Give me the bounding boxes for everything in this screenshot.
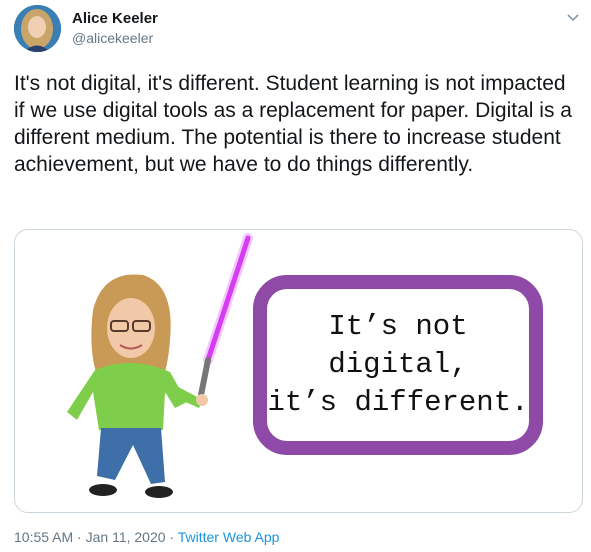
author-handle[interactable]: @alicekeeler	[72, 30, 153, 46]
meta-separator: ·	[73, 529, 86, 545]
tweet-time[interactable]: 10:55 AM	[14, 529, 73, 545]
quote-sign: It’s not digital, it’s different.	[253, 275, 543, 455]
tweet-media[interactable]: It’s not digital, it’s different.	[14, 229, 583, 513]
meta-separator: ·	[165, 529, 178, 545]
avatar-photo	[14, 5, 61, 52]
source-app-link[interactable]: Twitter Web App	[178, 529, 280, 545]
tweet-meta: 10:55 AM · Jan 11, 2020 · Twitter Web Ap…	[14, 529, 279, 545]
chevron-down-icon[interactable]	[565, 10, 581, 26]
tweet-date[interactable]: Jan 11, 2020	[86, 529, 166, 545]
sign-text: It’s not digital, it’s different.	[267, 310, 529, 419]
avatar[interactable]	[14, 5, 61, 52]
tweet-text: It's not digital, it's different. Studen…	[14, 72, 572, 176]
author-name[interactable]: Alice Keeler	[72, 10, 158, 27]
